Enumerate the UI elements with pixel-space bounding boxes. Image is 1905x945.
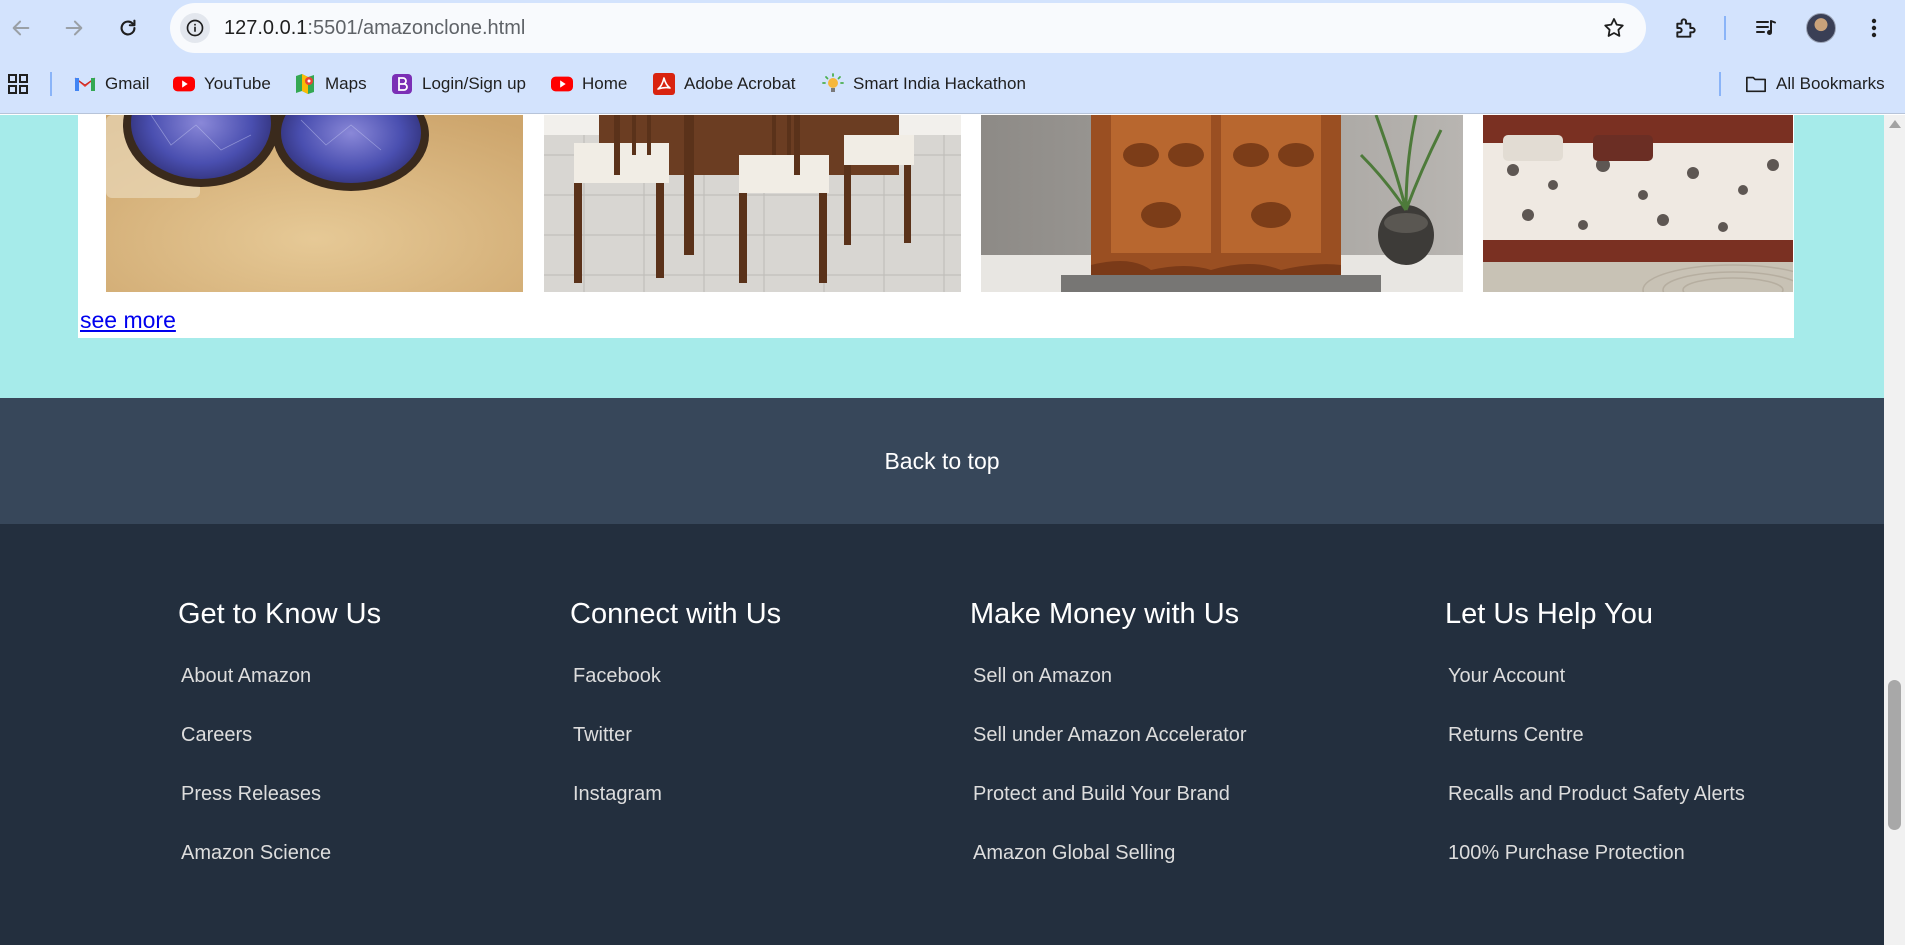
- product-image-coasters[interactable]: [106, 115, 523, 292]
- bookmark-label: Smart India Hackathon: [853, 74, 1026, 93]
- bookmark-adobe-acrobat[interactable]: Adobe Acrobat: [653, 70, 796, 98]
- footer-link[interactable]: Protect and Build Your Brand: [973, 783, 1230, 806]
- url-host: 127.0.0.1: [224, 17, 308, 39]
- bookmark-label: Login/Sign up: [422, 74, 526, 93]
- bookmark-label: Gmail: [105, 74, 150, 93]
- url-path: :5501/amazonclone.html: [307, 17, 526, 39]
- page-viewport: see more Back to top Get to Know Us Abou…: [0, 115, 1905, 945]
- site-footer: Get to Know Us About Amazon Careers Pres…: [0, 524, 1884, 945]
- footer-link[interactable]: Amazon Science: [181, 842, 331, 865]
- address-bar[interactable]: 127.0.0.1:5501/amazonclone.html: [170, 3, 1646, 53]
- bookmark-login[interactable]: Login/Sign up: [391, 70, 526, 98]
- login-icon: [391, 73, 413, 95]
- bookmark-label: Home: [582, 74, 628, 93]
- bookmark-gmail[interactable]: Gmail: [74, 70, 149, 98]
- youtube-icon: [551, 73, 573, 95]
- hackathon-icon: [822, 73, 844, 95]
- media-control-icon[interactable]: [1750, 12, 1782, 44]
- footer-link[interactable]: Amazon Global Selling: [973, 842, 1175, 865]
- footer-link[interactable]: Press Releases: [181, 783, 321, 806]
- back-to-top-button[interactable]: Back to top: [0, 398, 1884, 524]
- bookmark-label: YouTube: [204, 74, 271, 93]
- bookmark-label: Adobe Acrobat: [684, 74, 796, 93]
- url-text[interactable]: 127.0.0.1:5501/amazonclone.html: [224, 17, 525, 40]
- product-card: see more: [78, 115, 1794, 338]
- youtube-icon: [173, 73, 195, 95]
- apps-grid-icon[interactable]: [6, 70, 30, 98]
- bookmarks-bar: Gmail YouTube Maps Login/Sign up Home Ad…: [0, 56, 1905, 114]
- footer-link[interactable]: 100% Purchase Protection: [1448, 842, 1685, 865]
- reload-button[interactable]: [110, 10, 146, 46]
- footer-column-title: Connect with Us: [570, 598, 782, 630]
- scrollbar-thumb[interactable]: [1888, 680, 1901, 830]
- product-image-bed[interactable]: [1483, 115, 1793, 292]
- all-bookmarks-button[interactable]: All Bookmarks: [1745, 70, 1885, 98]
- reload-icon: [120, 19, 136, 36]
- product-image-dining-set[interactable]: [544, 115, 961, 292]
- footer-link[interactable]: Returns Centre: [1448, 724, 1584, 747]
- product-section: see more: [0, 115, 1884, 398]
- all-bookmarks-label: All Bookmarks: [1776, 74, 1885, 93]
- footer-link[interactable]: Sell on Amazon: [973, 665, 1112, 688]
- footer-link[interactable]: Sell under Amazon Accelerator: [973, 724, 1247, 747]
- footer-link[interactable]: Facebook: [573, 665, 661, 688]
- footer-link[interactable]: Recalls and Product Safety Alerts: [1448, 783, 1745, 806]
- forward-button[interactable]: [56, 10, 92, 46]
- bookmark-youtube[interactable]: YouTube: [173, 70, 271, 98]
- bookmark-home[interactable]: Home: [551, 70, 627, 98]
- bookmark-maps[interactable]: Maps: [294, 70, 367, 98]
- footer-link[interactable]: Instagram: [573, 783, 662, 806]
- browser-toolbar: 127.0.0.1:5501/amazonclone.html: [0, 0, 1905, 56]
- footer-column-title: Let Us Help You: [1445, 598, 1653, 630]
- acrobat-icon: [653, 73, 675, 95]
- product-image-cabinet[interactable]: [981, 115, 1463, 292]
- back-button[interactable]: [3, 10, 39, 46]
- menu-kebab-icon[interactable]: [1858, 12, 1890, 44]
- bookmarks-divider: [50, 72, 52, 96]
- maps-icon: [294, 73, 316, 95]
- extensions-icon[interactable]: [1670, 12, 1702, 44]
- folder-icon: [1745, 73, 1767, 95]
- scroll-up-arrow-icon[interactable]: [1889, 120, 1901, 128]
- bookmarks-divider: [1719, 72, 1721, 96]
- footer-column-title: Make Money with Us: [970, 598, 1240, 630]
- footer-link[interactable]: Careers: [181, 724, 252, 747]
- footer-link[interactable]: About Amazon: [181, 665, 311, 688]
- arrow-right-icon: [65, 20, 83, 36]
- see-more-link[interactable]: see more: [80, 307, 176, 334]
- site-info-icon[interactable]: [180, 13, 210, 43]
- toolbar-divider: [1724, 16, 1726, 40]
- profile-avatar[interactable]: [1806, 13, 1836, 43]
- bookmark-label: Maps: [325, 74, 367, 93]
- arrow-left-icon: [12, 20, 30, 36]
- gmail-icon: [74, 73, 96, 95]
- bookmark-star-icon[interactable]: [1602, 16, 1626, 45]
- footer-link[interactable]: Your Account: [1448, 665, 1565, 688]
- footer-link[interactable]: Twitter: [573, 724, 632, 747]
- footer-column-title: Get to Know Us: [178, 598, 382, 630]
- page-scrollbar[interactable]: [1884, 115, 1905, 945]
- bookmark-smart-india-hackathon[interactable]: Smart India Hackathon: [822, 70, 1026, 98]
